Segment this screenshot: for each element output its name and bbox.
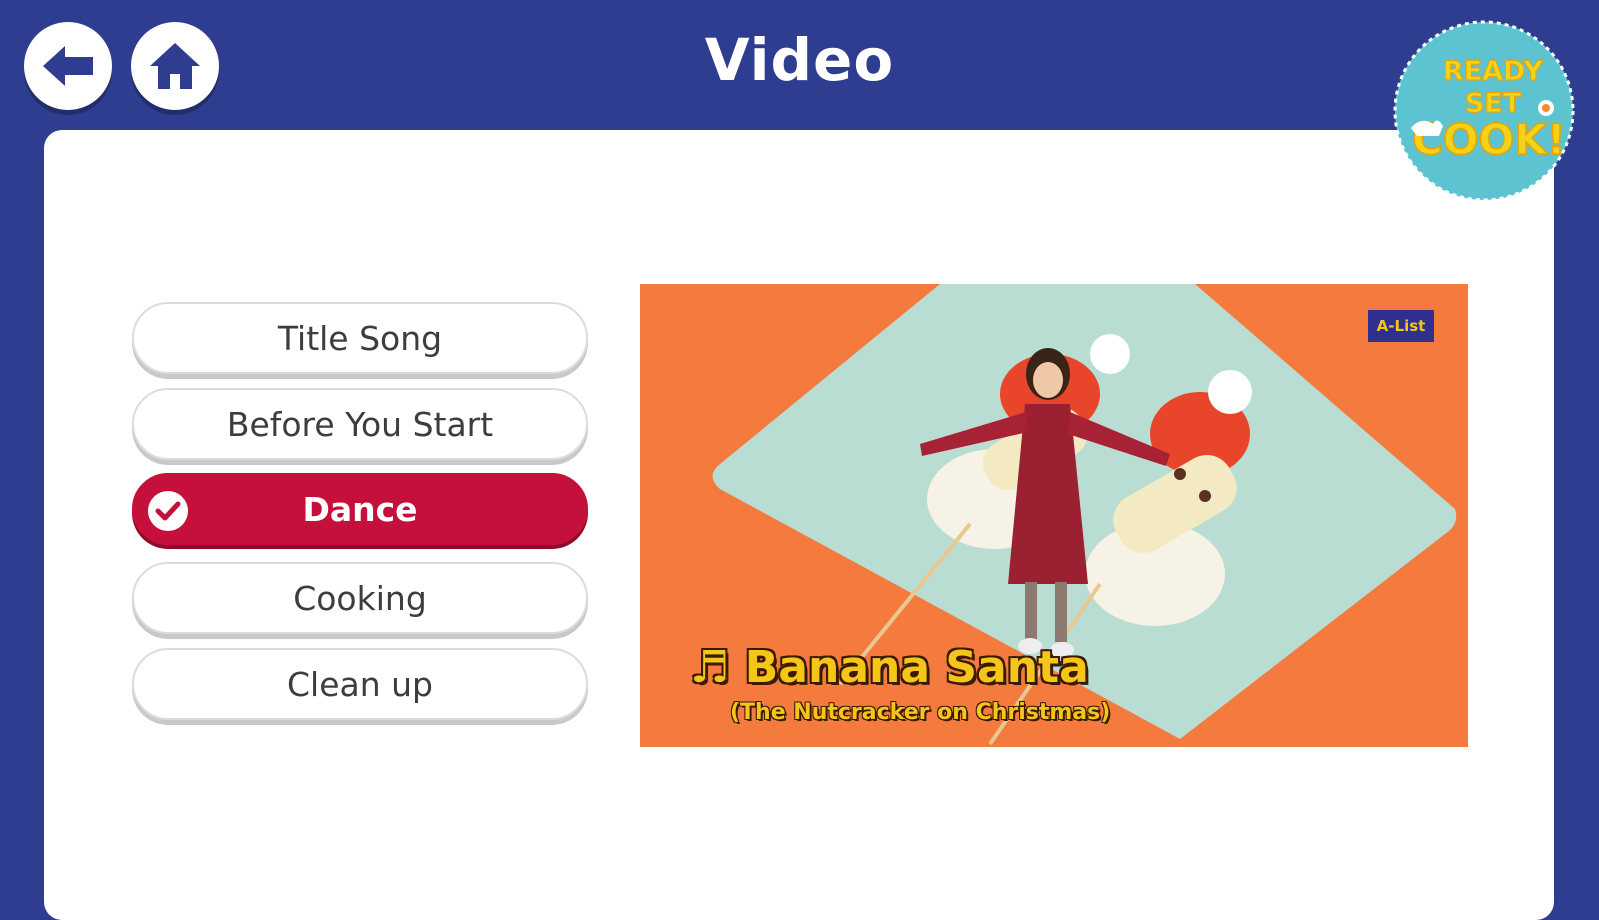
menu-item-clean-up[interactable]: Clean up	[132, 648, 588, 720]
channel-badge: A-List	[1368, 310, 1434, 342]
video-player[interactable]: A-List ♬ Banana Santa (The Nutcracker on…	[640, 284, 1468, 747]
menu-item-title-song[interactable]: Title Song	[132, 302, 588, 374]
top-bar: Video	[0, 0, 1599, 130]
video-subtitle: (The Nutcracker on Christmas)	[730, 700, 1111, 725]
check-icon	[148, 491, 188, 531]
menu-item-label: Title Song	[277, 318, 443, 358]
menu-item-label: Dance	[302, 489, 418, 529]
menu-item-cooking[interactable]: Cooking	[132, 562, 588, 634]
ready-set-cook-logo: READY SET COOK!	[1393, 20, 1575, 202]
video-title: ♬ Banana Santa	[690, 642, 1089, 693]
page-title: Video	[704, 26, 895, 94]
menu-item-dance[interactable]: Dance	[132, 473, 588, 545]
logo-text-ready: READY	[1443, 56, 1544, 87]
menu-item-label: Clean up	[286, 664, 433, 704]
menu-item-label: Cooking	[293, 578, 427, 618]
menu-item-label: Before You Start	[226, 404, 494, 444]
menu-item-before-you-start[interactable]: Before You Start	[132, 388, 588, 460]
